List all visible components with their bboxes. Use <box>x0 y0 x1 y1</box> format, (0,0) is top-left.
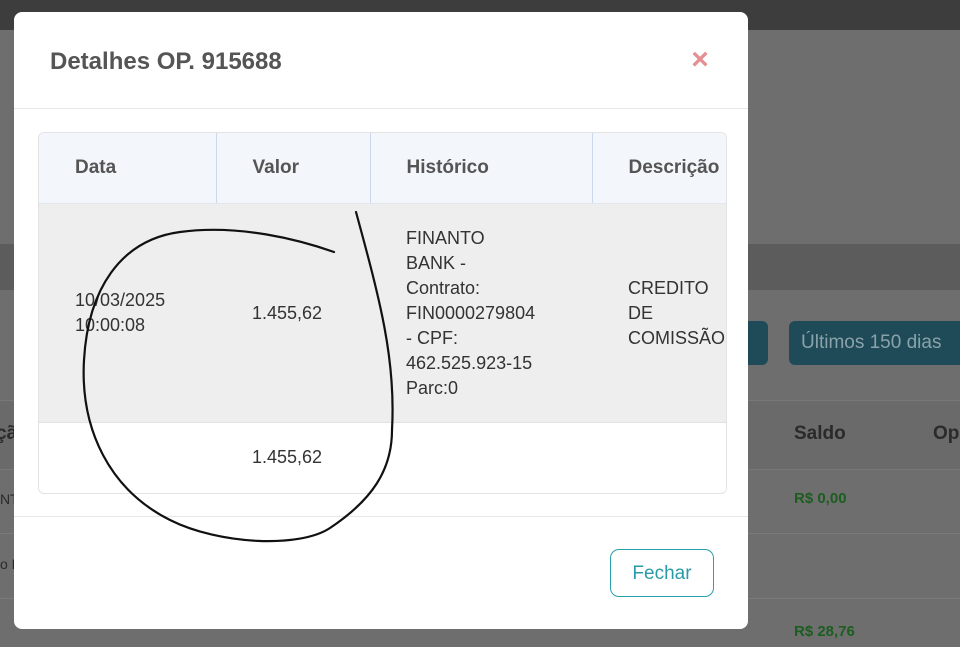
cell-descricao: CREDITO DE COMISSÃO <box>592 203 726 423</box>
header-descricao[interactable]: Descrição <box>592 133 726 204</box>
modal-title: Detalhes OP. 915688 <box>50 48 282 75</box>
table-header-row: Data Valor Histórico Descrição <box>39 133 726 204</box>
historico-line: 462.525.923-15 <box>406 352 533 373</box>
total-row: 1.455,62 <box>39 422 726 491</box>
modal-footer: Fechar <box>14 516 748 629</box>
cell-data: 10/03/2025 10:00:08 <box>39 203 216 423</box>
modal-header: Detalhes OP. 915688 × <box>14 12 748 109</box>
historico-line: FINANTO <box>406 227 485 248</box>
background-ultimos-150-dias-button[interactable]: Últimos 150 dias <box>789 321 960 365</box>
total-cell-empty <box>39 422 216 491</box>
total-cell-empty <box>370 422 592 491</box>
time-value: 10:00:08 <box>75 315 146 335</box>
date-value: 10/03/2025 <box>75 290 166 310</box>
total-valor: 1.455,62 <box>216 422 370 491</box>
table-row: 10/03/2025 10:00:08 1.455,62 FINANTO BAN… <box>39 203 726 423</box>
header-data[interactable]: Data <box>39 133 217 204</box>
close-icon[interactable]: × <box>686 45 714 75</box>
total-cell-empty <box>592 422 726 491</box>
historico-line: Parc:0 <box>406 377 459 398</box>
header-valor[interactable]: Valor <box>216 133 371 204</box>
details-table: Data Valor Histórico Descrição 10/03/202… <box>38 132 727 494</box>
historico-line: BANK - <box>406 252 467 273</box>
background-row-saldo: R$ 28,76 <box>794 623 855 640</box>
background-col-op: Op <box>933 423 960 444</box>
descricao-line: CREDITO <box>628 277 709 298</box>
header-historico[interactable]: Histórico <box>370 133 593 204</box>
background-col-saldo: Saldo <box>794 423 846 444</box>
historico-line: FIN0000279804 <box>406 302 536 323</box>
cell-valor: 1.455,62 <box>216 203 370 423</box>
historico-line: - CPF: <box>406 327 458 348</box>
descricao-line: DE <box>628 302 654 323</box>
historico-line: Contrato: <box>406 277 481 298</box>
fechar-button[interactable]: Fechar <box>610 549 714 597</box>
background-row-saldo: R$ 0,00 <box>794 490 847 507</box>
descricao-line: COMISSÃO <box>628 327 726 348</box>
cell-historico: FINANTO BANK - Contrato: FIN0000279804 -… <box>370 203 592 423</box>
details-modal: Detalhes OP. 915688 × Data Valor Históri… <box>14 12 748 629</box>
